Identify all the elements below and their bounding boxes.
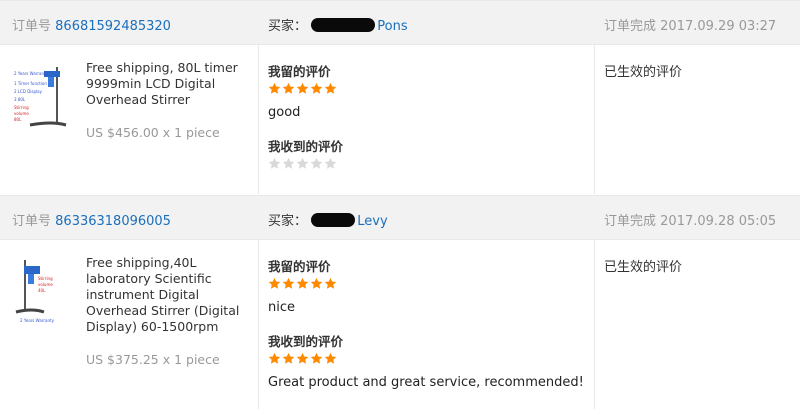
order-header: 订单号 86336318096005 买家： Levy 订单完成 2017.09… <box>0 195 800 240</box>
order-number-cell: 订单号 86681592485320 <box>12 15 171 34</box>
received-review-stars <box>268 157 338 171</box>
buyer-label: 买家： <box>268 214 308 229</box>
buyer-cell: 买家： Levy <box>268 210 388 229</box>
star-empty-icon <box>268 157 281 169</box>
received-review-heading: 我收到的评价 <box>268 334 344 349</box>
star-filled-icon <box>296 352 309 364</box>
star-filled-icon <box>268 277 281 289</box>
review-status: 已生效的评价 <box>604 65 683 80</box>
star-filled-icon <box>310 277 323 289</box>
my-review-text: good <box>268 105 301 120</box>
redaction-mark <box>311 213 356 227</box>
star-filled-icon <box>296 82 309 94</box>
order-number-label: 订单号 <box>12 214 52 229</box>
svg-text:2 Years Warranty: 2 Years Warranty <box>14 71 49 76</box>
svg-text:2 LCD Display: 2 LCD Display <box>14 89 43 94</box>
product-title-link[interactable]: Free shipping, 80L timer 9999min LCD Dig… <box>86 60 246 108</box>
order-number-link[interactable]: 86681592485320 <box>55 19 171 34</box>
svg-text:volume: volume <box>14 111 29 116</box>
star-filled-icon <box>324 82 337 94</box>
buyer-name-link[interactable]: Pons <box>377 19 407 34</box>
stirrer-product-image[interactable]: Stirring volume 40L 2 Years Warranty <box>12 256 70 326</box>
order-body: 2 Years Warranty 1 Timer function 2 LCD … <box>0 45 800 194</box>
star-filled-icon <box>282 352 295 364</box>
buyer-cell: 买家： Pons <box>268 15 408 34</box>
svg-text:80L: 80L <box>14 117 22 122</box>
svg-text:volume: volume <box>38 282 53 287</box>
buyer-name-link[interactable]: Levy <box>357 214 387 229</box>
svg-text:3 80L: 3 80L <box>14 97 26 102</box>
svg-text:2 Years Warranty: 2 Years Warranty <box>20 318 55 323</box>
my-review-heading: 我留的评价 <box>268 64 331 79</box>
order-header: 订单号 86681592485320 买家： Pons 订单完成 2017.09… <box>0 0 800 45</box>
my-review-stars <box>268 277 338 291</box>
star-filled-icon <box>268 352 281 364</box>
product-price: US $375.25 x 1 piece <box>86 352 220 367</box>
order-card: 订单号 86336318096005 买家： Levy 订单完成 2017.09… <box>0 195 800 409</box>
svg-text:40L: 40L <box>38 288 46 293</box>
order-number-link[interactable]: 86336318096005 <box>55 214 171 229</box>
redaction-mark <box>311 18 376 32</box>
order-number-cell: 订单号 86336318096005 <box>12 210 171 229</box>
star-filled-icon <box>268 82 281 94</box>
my-review-text: nice <box>268 300 295 315</box>
order-card: 订单号 86681592485320 买家： Pons 订单完成 2017.09… <box>0 0 800 194</box>
completion-cell: 订单完成 2017.09.29 03:27 <box>604 15 776 34</box>
received-review-text: Great product and great service, recomme… <box>268 375 584 390</box>
column-divider <box>258 45 259 194</box>
star-filled-icon <box>282 277 295 289</box>
svg-text:Stirring: Stirring <box>38 276 53 281</box>
column-divider <box>594 240 595 409</box>
stirrer-product-image[interactable]: 2 Years Warranty 1 Timer function 2 LCD … <box>12 63 70 133</box>
svg-text:Stirring: Stirring <box>14 105 29 110</box>
star-filled-icon <box>310 82 323 94</box>
completion-cell: 订单完成 2017.09.28 05:05 <box>604 210 776 229</box>
star-filled-icon <box>282 82 295 94</box>
order-body: Stirring volume 40L 2 Years Warranty Fre… <box>0 240 800 409</box>
star-empty-icon <box>282 157 295 169</box>
column-divider <box>594 45 595 194</box>
review-status: 已生效的评价 <box>604 260 683 275</box>
my-review-heading: 我留的评价 <box>268 259 331 274</box>
star-filled-icon <box>324 352 337 364</box>
my-review-stars <box>268 82 338 96</box>
column-divider <box>258 240 259 409</box>
completion-label: 订单完成 <box>604 19 657 34</box>
received-review-heading: 我收到的评价 <box>268 139 344 154</box>
star-filled-icon <box>310 352 323 364</box>
product-title-link[interactable]: Free shipping,40L laboratory Scientific … <box>86 255 246 335</box>
star-empty-icon <box>324 157 337 169</box>
star-filled-icon <box>296 277 309 289</box>
completion-time: 2017.09.28 05:05 <box>660 214 777 229</box>
order-number-label: 订单号 <box>12 19 52 34</box>
star-empty-icon <box>296 157 309 169</box>
svg-text:1 Timer function: 1 Timer function <box>14 81 47 86</box>
completion-time: 2017.09.29 03:27 <box>660 19 777 34</box>
star-filled-icon <box>324 277 337 289</box>
received-review-stars <box>268 352 338 366</box>
product-price: US $456.00 x 1 piece <box>86 125 220 140</box>
star-empty-icon <box>310 157 323 169</box>
completion-label: 订单完成 <box>604 214 657 229</box>
buyer-label: 买家： <box>268 19 308 34</box>
